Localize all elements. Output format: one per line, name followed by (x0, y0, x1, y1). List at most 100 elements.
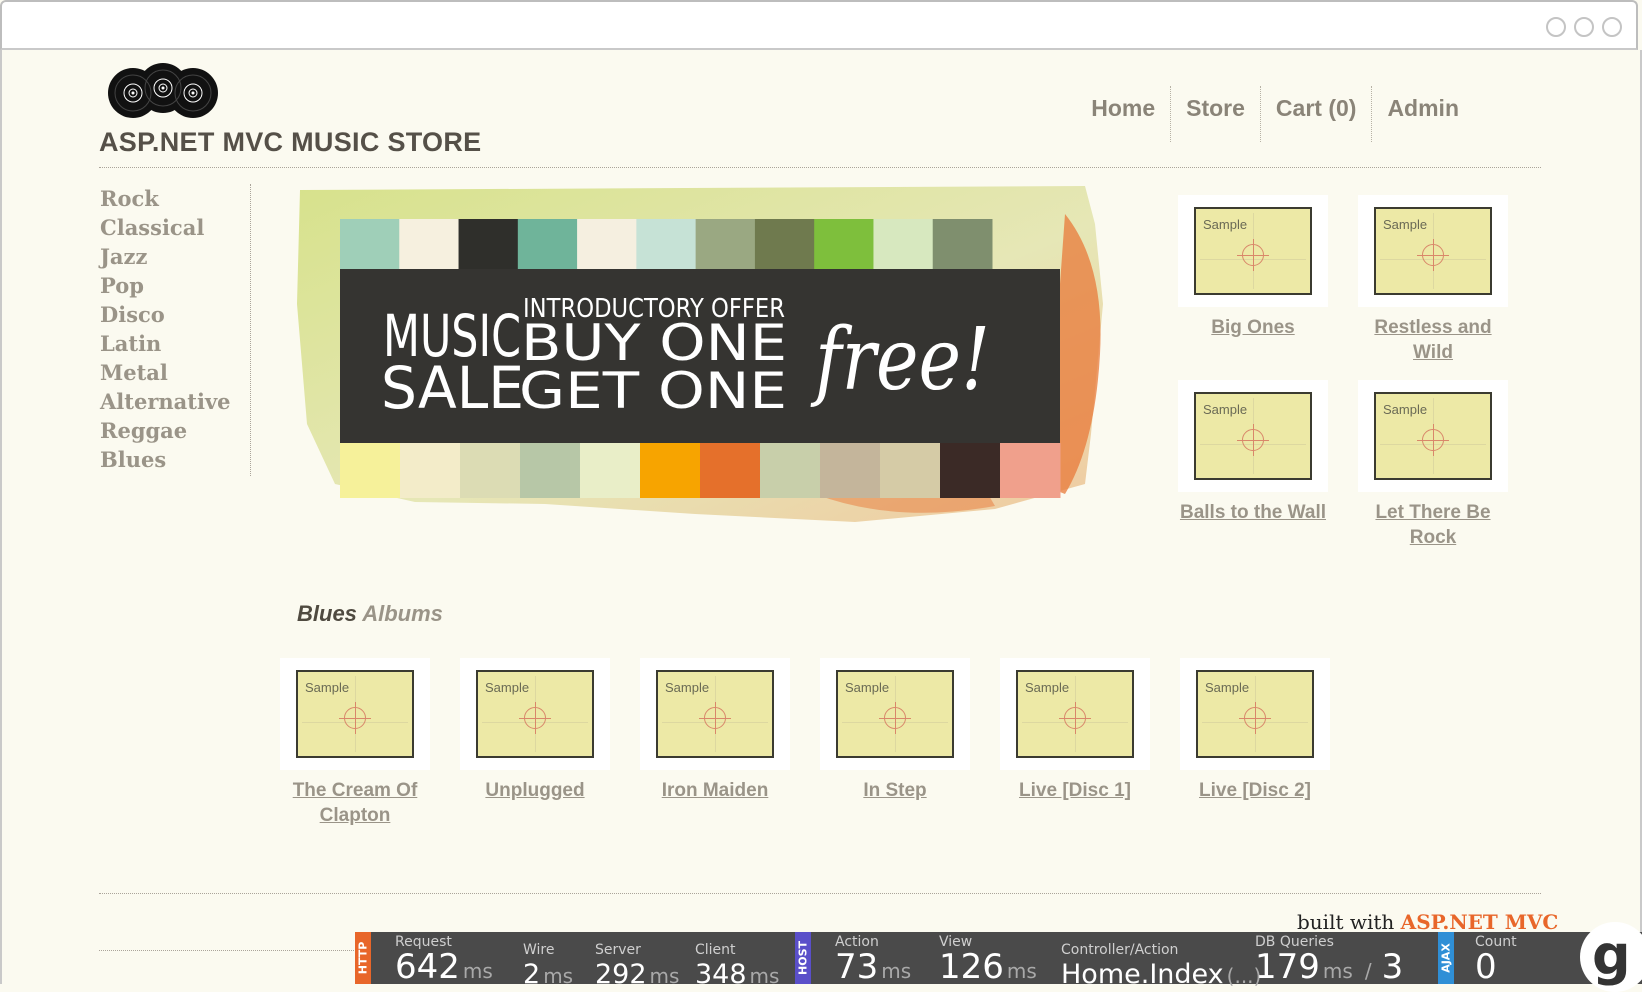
sample-label: Sample (845, 680, 890, 695)
banner-color-block (873, 219, 934, 269)
nav-admin[interactable]: Admin (1371, 86, 1474, 142)
album-item[interactable]: Sample Live [Disc 2] (1180, 658, 1330, 803)
genre-link[interactable]: Alternative (100, 387, 240, 416)
sample-label: Sample (485, 680, 530, 695)
client-metric[interactable]: Client 348 ms (695, 932, 779, 992)
banner-color-block (517, 219, 578, 269)
banner-color-block (520, 443, 581, 498)
banner-color-block (640, 443, 701, 498)
album-item[interactable]: Sample The Cream Of Clapton (280, 658, 430, 828)
album-art-placeholder[interactable]: Sample (1196, 670, 1314, 758)
banner-color-block (754, 219, 815, 269)
banner-color-block (880, 443, 941, 498)
http-tag[interactable]: HTTP (355, 932, 371, 984)
ajax-tag[interactable]: AJAX (1438, 932, 1454, 984)
promo-banner: MUSIC SALE INTRODUCTORY OFFER BUY ONE GE… (297, 186, 1103, 522)
db-queries-metric[interactable]: DB Queries 179 ms/3 (1255, 932, 1403, 984)
banner-color-block (814, 219, 874, 269)
banner-free: free! (810, 310, 990, 410)
album-title-link[interactable]: The Cream Of Clapton (280, 778, 430, 828)
host-tag[interactable]: HOST (795, 932, 811, 984)
album-item[interactable]: Sample In Step (820, 658, 970, 803)
banner-color-block (695, 219, 756, 269)
sample-label: Sample (1203, 217, 1248, 232)
banner-color-block (1000, 443, 1061, 498)
album-title-link[interactable]: Let There Be Rock (1358, 500, 1508, 550)
album-title-link[interactable]: Restless and Wild (1358, 315, 1508, 365)
crosshair-icon (1417, 424, 1449, 456)
album-art-placeholder[interactable]: Sample (476, 670, 594, 758)
window-control-icon[interactable] (1574, 17, 1594, 37)
built-with-text: built with ASP.NET MVC (1297, 910, 1558, 934)
album-art-placeholder[interactable]: Sample (1016, 670, 1134, 758)
action-metric[interactable]: Action 73 ms (835, 932, 911, 984)
album-art-placeholder[interactable]: Sample (836, 670, 954, 758)
genre-link[interactable]: Latin (100, 329, 240, 358)
album-art-placeholder[interactable]: Sample (1374, 207, 1492, 295)
featured-album[interactable]: Sample Balls to the Wall (1178, 380, 1328, 525)
genre-link[interactable]: Jazz (100, 242, 240, 271)
nav-store[interactable]: Store (1170, 86, 1260, 142)
album-art-placeholder[interactable]: Sample (296, 670, 414, 758)
genre-link[interactable]: Classical (100, 213, 240, 242)
wire-metric[interactable]: Wire 2 ms (523, 932, 573, 992)
banner-color-block (340, 443, 401, 498)
genre-link[interactable]: Reggae (100, 416, 240, 445)
album-title-link[interactable]: Live [Disc 2] (1180, 778, 1330, 803)
crosshair-icon (1417, 239, 1449, 271)
genre-link[interactable]: Blues (100, 445, 240, 474)
genre-link[interactable]: Disco (100, 300, 240, 329)
album-art-placeholder[interactable]: Sample (1374, 392, 1492, 480)
banner-color-block (458, 219, 519, 269)
crosshair-icon (1239, 702, 1271, 734)
album-art-placeholder[interactable]: Sample (656, 670, 774, 758)
banner-color-block (932, 219, 993, 269)
banner-color-block (580, 443, 641, 498)
featured-album[interactable]: Sample Let There Be Rock (1358, 380, 1508, 550)
view-metric[interactable]: View 126 ms (939, 932, 1037, 984)
window-control-icon[interactable] (1546, 17, 1566, 37)
album-art-placeholder[interactable]: Sample (1194, 207, 1312, 295)
built-with-link[interactable]: ASP.NET MVC (1401, 910, 1559, 934)
sample-label: Sample (1203, 402, 1248, 417)
album-title-link[interactable]: Balls to the Wall (1178, 500, 1328, 525)
sample-label: Sample (1383, 402, 1428, 417)
banner-color-block (760, 443, 821, 498)
genre-link[interactable]: Rock (100, 184, 240, 213)
window-control-icon[interactable] (1602, 17, 1622, 37)
album-title-link[interactable]: Live [Disc 1] (1000, 778, 1150, 803)
album-item[interactable]: Sample Unplugged (460, 658, 610, 803)
genre-link[interactable]: Metal (100, 358, 240, 387)
controller-action-metric[interactable]: Controller/Action Home.Index (...) (1061, 932, 1261, 992)
footer-divider (99, 893, 1541, 894)
album-item[interactable]: Sample Iron Maiden (640, 658, 790, 803)
sample-label: Sample (665, 680, 710, 695)
server-metric[interactable]: Server 292 ms (595, 932, 679, 992)
banner-color-block (636, 219, 697, 269)
featured-album[interactable]: Sample Restless and Wild (1358, 195, 1508, 365)
vinyl-logo-icon[interactable] (103, 60, 223, 120)
banner-color-block (460, 443, 521, 498)
ajax-count-metric[interactable]: Count 0 (1475, 932, 1517, 984)
banner-color-block (940, 443, 1001, 498)
glimpse-bar[interactable]: HTTP Request 642 ms Wire 2 ms Server 292 ms Cl… (355, 922, 1642, 992)
crosshair-icon (1237, 239, 1269, 271)
request-metric[interactable]: Request 642 ms (395, 932, 493, 984)
banner-color-block (577, 219, 637, 269)
header-divider (99, 167, 1541, 168)
banner-get: GET ONE (519, 362, 787, 420)
album-title-link[interactable]: Big Ones (1178, 315, 1328, 340)
album-title-link[interactable]: In Step (820, 778, 970, 803)
nav-cart[interactable]: Cart (0) (1259, 86, 1372, 142)
genre-link[interactable]: Pop (100, 271, 240, 300)
album-title-link[interactable]: Unplugged (460, 778, 610, 803)
featured-album[interactable]: Sample Big Ones (1178, 195, 1328, 340)
banner-color-block (340, 219, 400, 269)
album-title-link[interactable]: Iron Maiden (640, 778, 790, 803)
sample-label: Sample (1383, 217, 1428, 232)
album-item[interactable]: Sample Live [Disc 1] (1000, 658, 1150, 803)
glimpse-logo-icon[interactable]: g (1580, 922, 1642, 992)
album-art-placeholder[interactable]: Sample (1194, 392, 1312, 480)
sample-label: Sample (1025, 680, 1070, 695)
nav-home[interactable]: Home (1076, 86, 1170, 142)
